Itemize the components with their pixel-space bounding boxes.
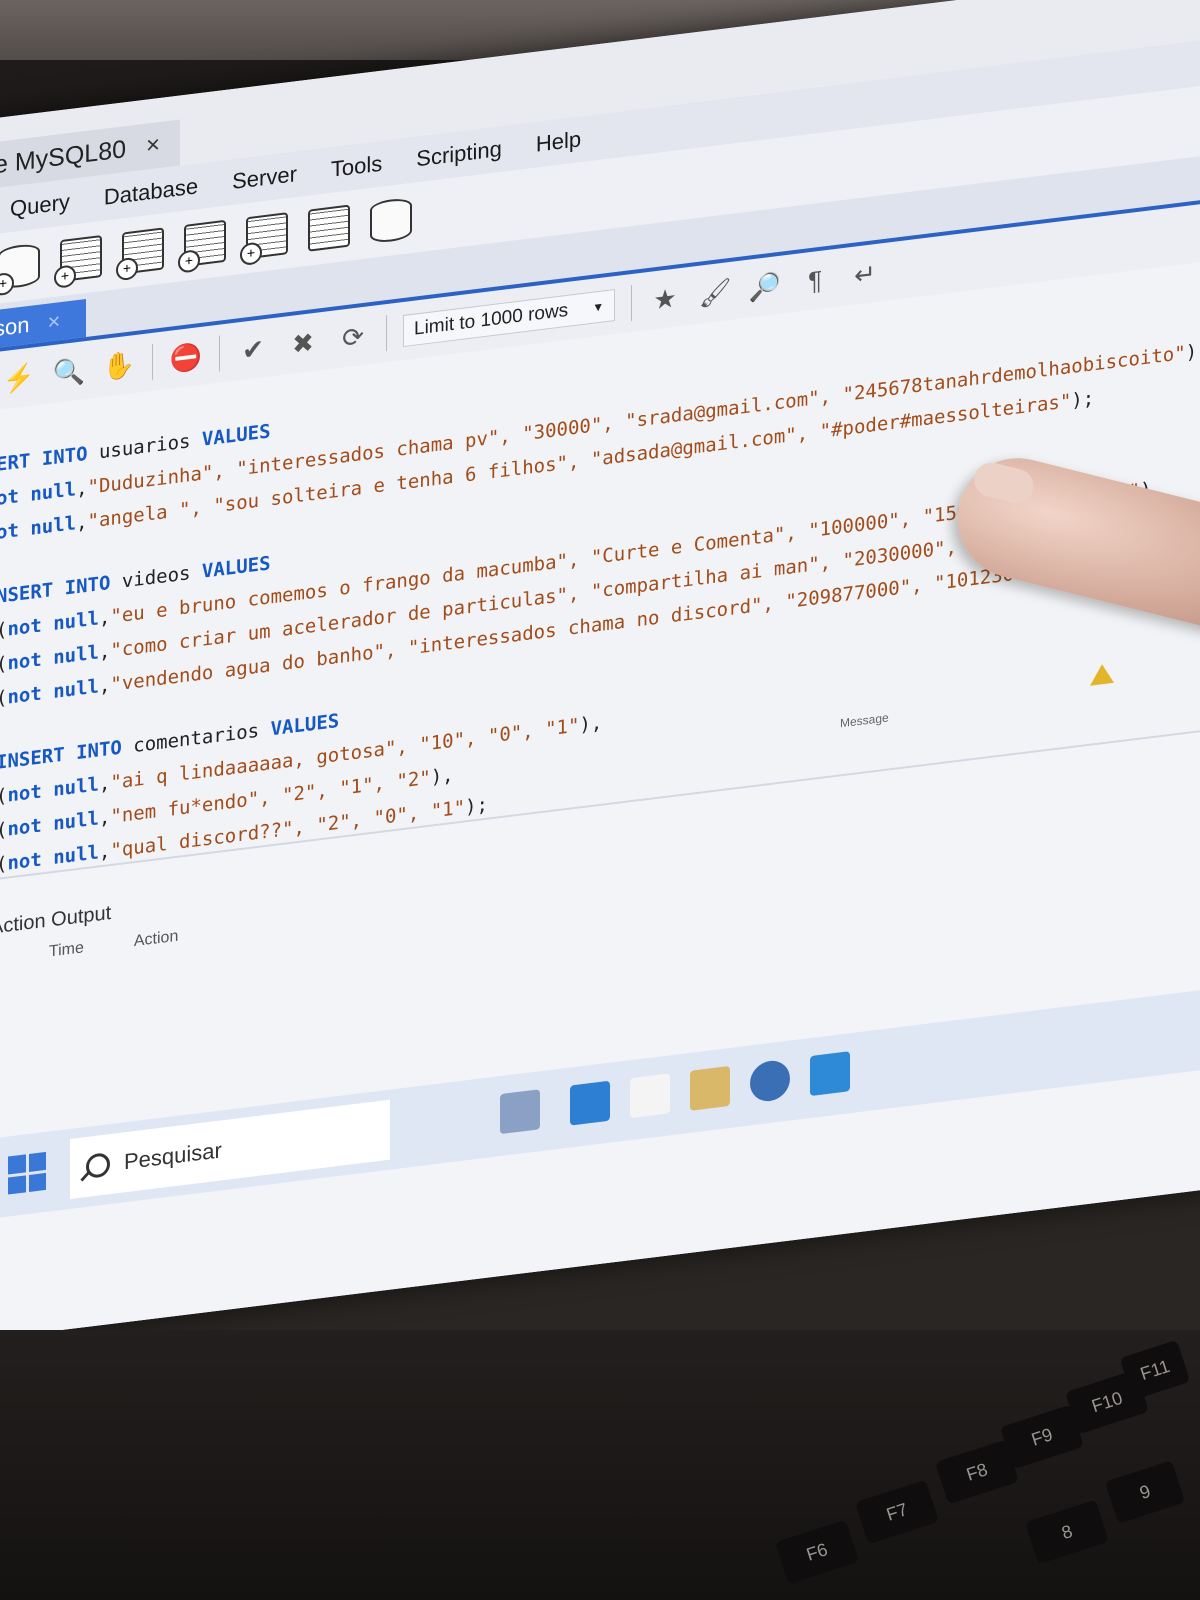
code-keyword: ot null <box>0 478 77 511</box>
find-icon[interactable]: 🔎 <box>748 268 782 306</box>
search-icon <box>86 1152 110 1179</box>
new-procedure-icon[interactable]: + <box>178 219 226 274</box>
stop-icon[interactable]: ✋ <box>102 347 136 385</box>
code-keyword: not null <box>7 641 99 675</box>
menu-database[interactable]: Database <box>104 173 198 211</box>
new-view-icon[interactable]: + <box>116 227 164 282</box>
code-token: ), <box>1185 339 1200 364</box>
search-table-icon[interactable] <box>308 204 350 252</box>
code-token: , <box>98 639 111 664</box>
close-tab-icon[interactable]: × <box>47 308 60 336</box>
toggle-errors-icon[interactable]: ⛔ <box>169 339 203 377</box>
code-keyword: VALUES <box>201 552 271 583</box>
new-table-icon[interactable]: + <box>54 235 102 289</box>
keyboard: F6 F7 F8 F9 F10 F11 8 9 <box>0 1330 1200 1600</box>
search-label: Pesquisar <box>124 1137 222 1175</box>
col-time: Time <box>48 939 84 961</box>
chevron-down-icon: ▼ <box>592 299 605 315</box>
file-explorer-icon[interactable] <box>690 1065 730 1111</box>
code-keyword: ot null <box>0 512 77 545</box>
code-token: , <box>98 673 111 698</box>
connection-tab-label: e MySQL80 <box>0 134 127 179</box>
code-token: ), <box>430 763 454 789</box>
commit-icon[interactable]: ✔ <box>236 330 270 368</box>
menu-tools[interactable]: Tools <box>331 151 382 183</box>
key-f6: F6 <box>775 1519 859 1585</box>
menu-query[interactable]: Query <box>10 189 70 222</box>
code-token: videos <box>121 560 202 593</box>
limit-rows-label: Limit to 1000 rows <box>414 299 569 340</box>
code-token: , <box>98 605 111 630</box>
task-view-icon[interactable] <box>500 1089 540 1135</box>
code-token: ), <box>579 711 603 737</box>
code-token: ); <box>1071 387 1095 413</box>
code-keyword: VALUES <box>270 709 340 741</box>
menu-scripting[interactable]: Scripting <box>416 136 502 173</box>
col-action: Action <box>133 927 179 951</box>
add-snippet-icon[interactable]: ★ <box>648 280 682 318</box>
rollback-icon[interactable]: ✖ <box>286 324 320 362</box>
code-token: , <box>76 476 88 501</box>
code-keyword: not null <box>7 773 99 807</box>
separator <box>219 335 220 372</box>
code-token: , <box>98 839 111 864</box>
beautify-icon[interactable]: 🖌 <box>698 274 732 312</box>
explain-icon[interactable]: 🔍 <box>52 353 86 391</box>
file-icon[interactable] <box>630 1073 670 1119</box>
code-token: , <box>76 510 88 535</box>
tab-query[interactable]: son × <box>0 298 86 350</box>
mysql-workbench-icon[interactable] <box>750 1058 790 1104</box>
fingernail <box>970 459 1038 507</box>
code-token: , <box>98 805 111 830</box>
new-connection-icon[interactable]: + <box>0 242 40 297</box>
wrap-icon[interactable]: ↵ <box>848 255 882 293</box>
autocommit-icon[interactable]: ⟳ <box>336 318 370 356</box>
windows-start-icon[interactable] <box>8 1151 46 1195</box>
code-keyword: not null <box>7 675 99 709</box>
tab-query-label: son <box>0 311 30 342</box>
execute-icon[interactable]: ⚡ <box>2 359 36 397</box>
invisible-chars-icon[interactable]: ¶ <box>798 261 832 299</box>
reconnect-icon[interactable] <box>370 196 412 245</box>
menu-help[interactable]: Help <box>536 126 581 158</box>
separator <box>152 343 153 380</box>
action-output-label[interactable]: Action Output <box>0 902 111 940</box>
code-keyword: VALUES <box>201 420 271 451</box>
laptop-screen: e MySQL80 × Query Database Server Tools … <box>0 0 1200 1340</box>
code-keyword: not null <box>7 807 99 841</box>
app-icon[interactable] <box>810 1051 850 1097</box>
code-token: , <box>98 771 111 796</box>
code-token: ); <box>465 793 488 819</box>
key-f11: F11 <box>1119 1339 1191 1401</box>
key-9: 9 <box>1104 1460 1186 1524</box>
warning-icon <box>1090 662 1114 686</box>
key-8: 8 <box>1025 1499 1109 1565</box>
code-keyword: not null <box>7 607 99 641</box>
separator <box>631 284 633 322</box>
close-icon[interactable]: × <box>146 131 160 161</box>
vscode-icon[interactable] <box>570 1080 610 1126</box>
new-function-icon[interactable]: + <box>240 212 288 267</box>
separator <box>386 315 387 352</box>
menu-server[interactable]: Server <box>232 161 297 195</box>
key-f7: F7 <box>855 1479 939 1545</box>
